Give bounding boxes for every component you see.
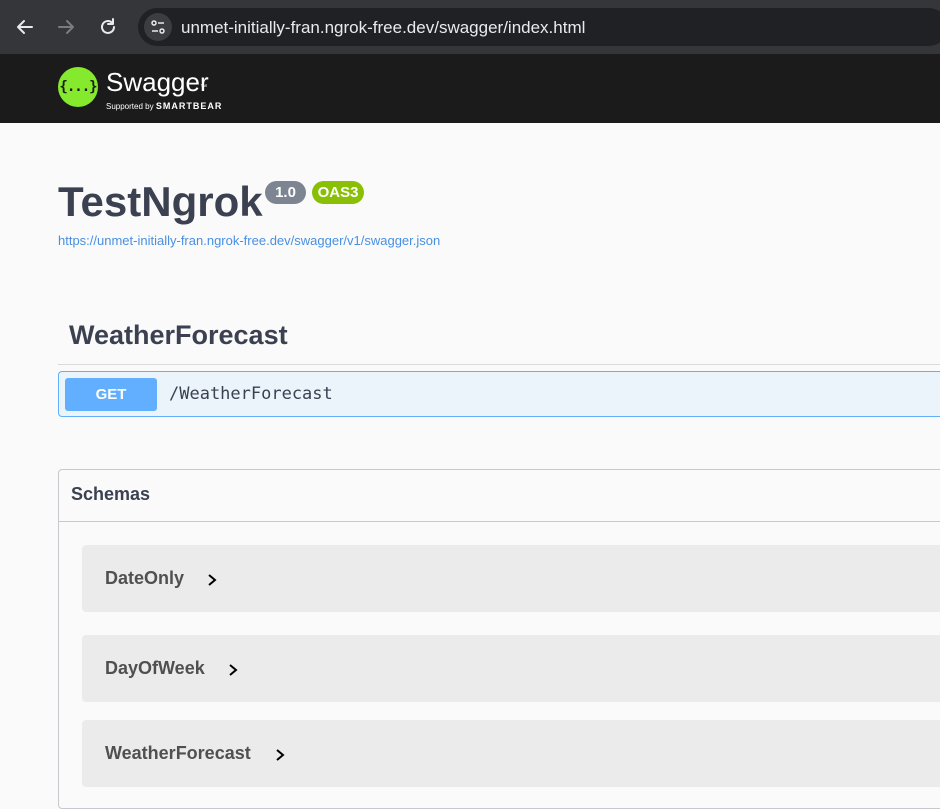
reload-button[interactable] [92, 11, 124, 43]
logo-symbol: {...} [59, 79, 97, 95]
operation-path: /WeatherForecast [169, 384, 333, 404]
schemas-header[interactable]: Schemas [59, 470, 940, 522]
swagger-logo-icon[interactable]: {...} [58, 67, 98, 107]
tune-icon [151, 20, 165, 34]
reload-icon [101, 18, 115, 34]
swagger-logo-title[interactable]: Swagger [106, 67, 209, 98]
tag-header-weatherforecast[interactable]: WeatherForecast [58, 312, 940, 365]
arrow-right-icon [58, 20, 74, 34]
forward-button[interactable] [50, 11, 82, 43]
smartbear-wordmark: SMARTBEAR [155, 101, 223, 111]
spec-url-link[interactable]: https://unmet-initially-fran.ngrok-free.… [58, 233, 440, 248]
supported-by-label: Supported by [106, 102, 154, 111]
address-bar[interactable]: unmet-initially-fran.ngrok-free.dev/swag… [138, 8, 940, 46]
tag-title: WeatherForecast [69, 320, 288, 350]
supported-by-text: Supported by SMARTBEAR [106, 101, 222, 111]
trademark-symbol: ™ [200, 84, 207, 91]
arrow-left-icon [17, 20, 33, 34]
back-button[interactable] [9, 11, 41, 43]
model-weatherforecast[interactable]: WeatherForecast [82, 720, 940, 787]
schemas-title: Schemas [71, 484, 151, 504]
chevron-right-icon [229, 664, 238, 676]
model-name: DayOfWeek [105, 658, 205, 678]
api-title: TestNgrok [58, 178, 263, 225]
chevron-right-icon [208, 574, 217, 586]
swagger-topbar: {...} Swagger ™ Supported by SMARTBEAR [0, 54, 940, 123]
model-dateonly[interactable]: DateOnly [82, 545, 940, 612]
model-name: WeatherForecast [105, 743, 251, 763]
browser-toolbar: unmet-initially-fran.ngrok-free.dev/swag… [0, 0, 940, 54]
version-badge: 1.0 [265, 181, 306, 204]
operation-get-weatherforecast[interactable]: GET /WeatherForecast [58, 371, 940, 417]
schemas-section: Schemas DateOnly DayOfWeek WeatherForeca… [58, 469, 940, 809]
chevron-right-icon [276, 749, 285, 761]
http-method-badge: GET [65, 378, 157, 411]
model-dayofweek[interactable]: DayOfWeek [82, 635, 940, 702]
site-info-button[interactable] [144, 13, 172, 41]
model-name: DateOnly [105, 568, 185, 588]
url-text[interactable]: unmet-initially-fran.ngrok-free.dev/swag… [181, 18, 585, 38]
oas-badge: OAS3 [312, 181, 364, 204]
